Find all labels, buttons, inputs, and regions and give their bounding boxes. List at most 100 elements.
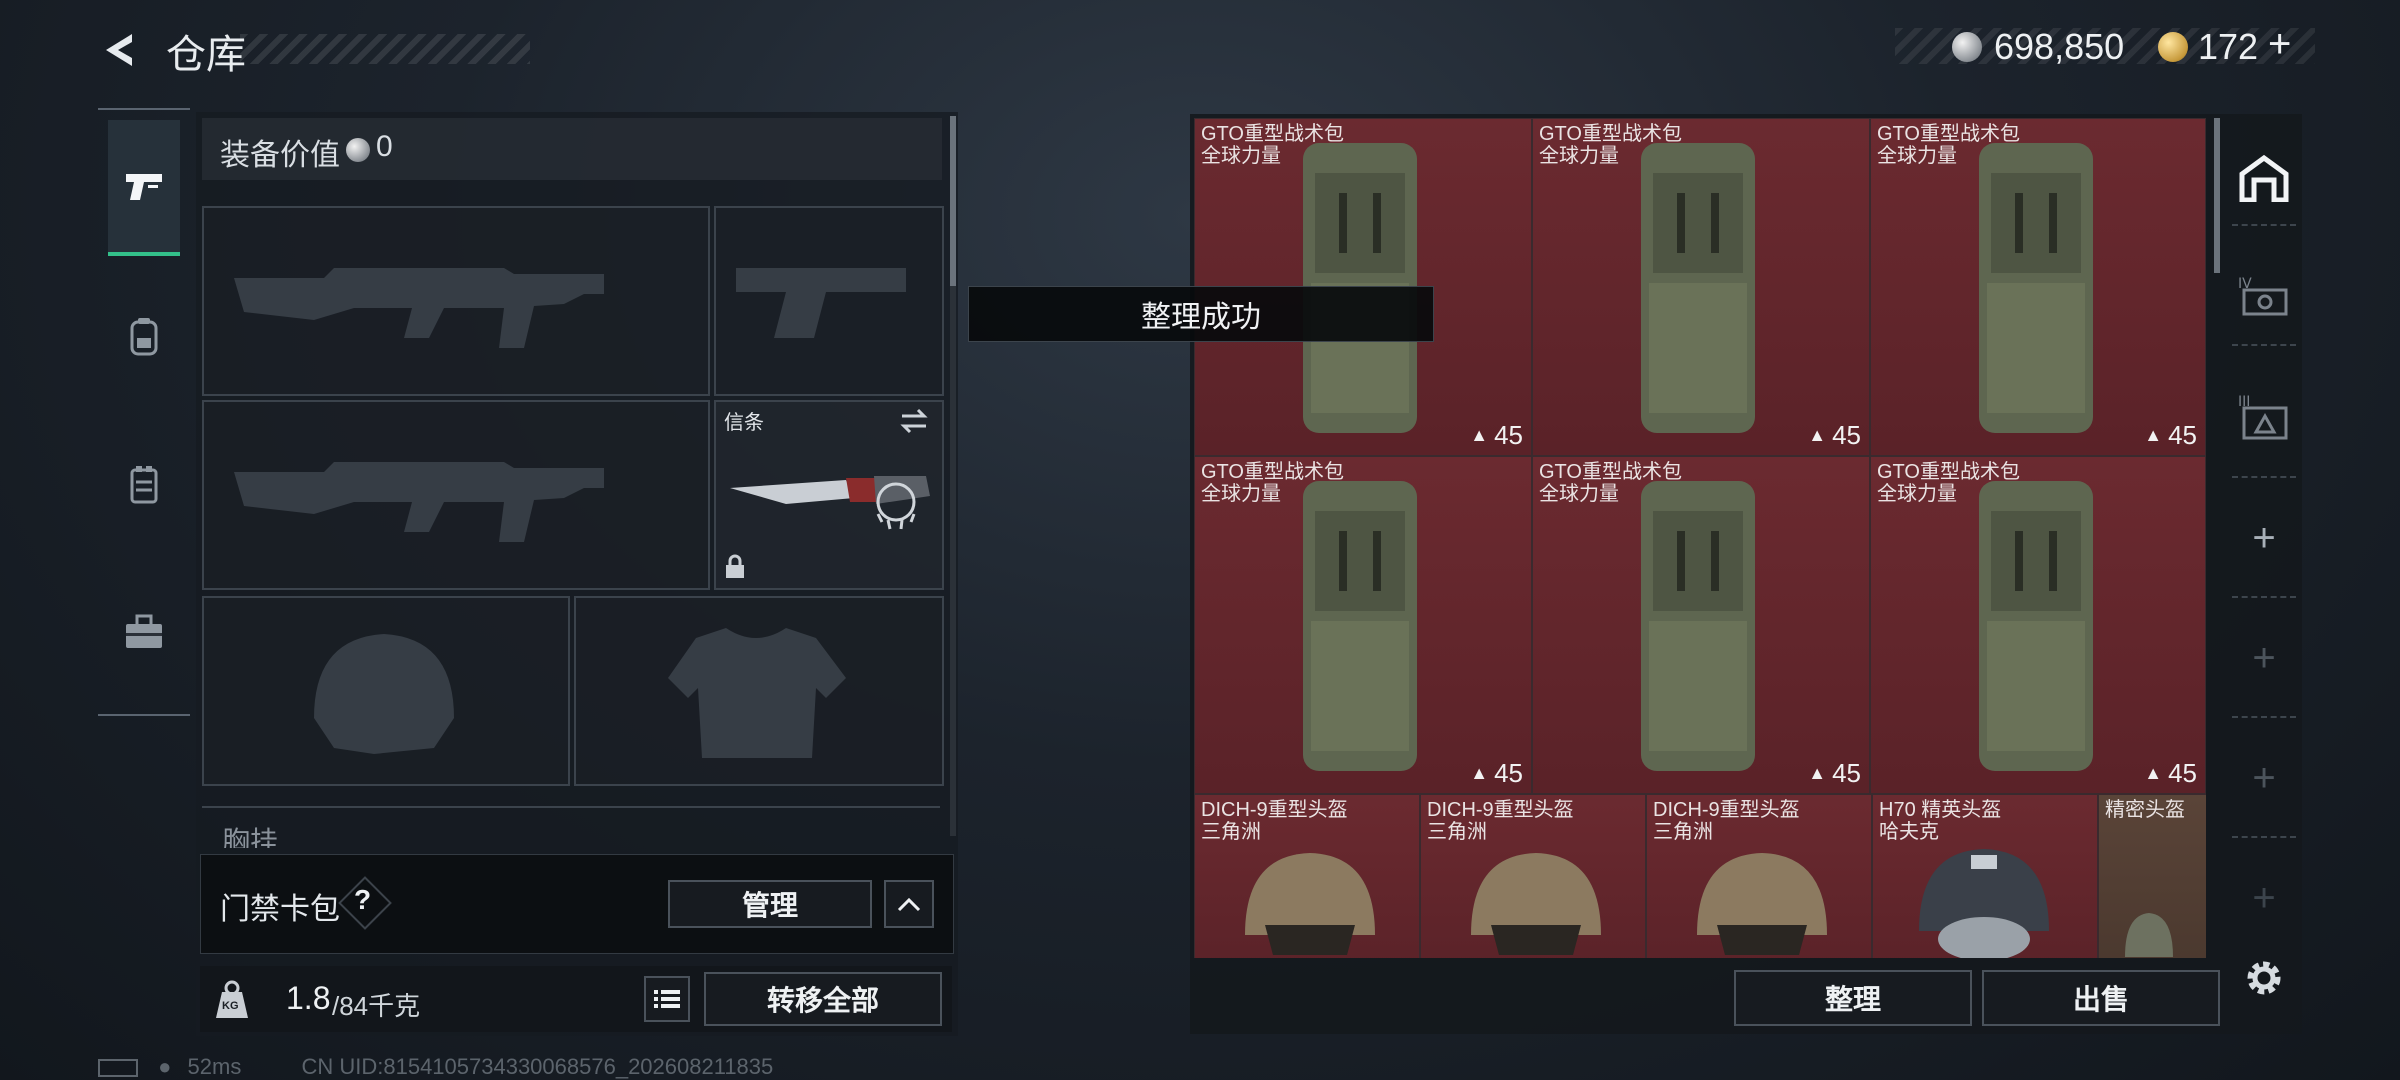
- transfer-all-button[interactable]: 转移全部: [704, 972, 942, 1026]
- container-iii-icon: III: [2238, 394, 2288, 440]
- stash-item-helmet[interactable]: DICH-9重型头盔 三角洲: [1646, 794, 1872, 958]
- item-capacity: ▲ 45: [1808, 420, 1861, 450]
- weight-small-icon: ▲: [2144, 763, 2163, 783]
- help-button[interactable]: ?: [354, 884, 371, 916]
- helmet-item-icon: [1919, 849, 2049, 958]
- item-name: GTO重型战术包 全球力量: [1539, 461, 1682, 505]
- toolbox-icon: [126, 614, 162, 648]
- container-iv-icon: IV: [2238, 276, 2288, 316]
- stash-grid: GTO重型战术包 全球力量 ▲ 45 GTO重型战术包 全球力量 ▲ 45 GTO重型战…: [1194, 118, 2206, 958]
- add-container-button[interactable]: +: [2232, 626, 2296, 690]
- stash-item-backpack[interactable]: GTO重型战术包 全球力量 ▲ 45: [1870, 118, 2206, 456]
- tab-divider: [2232, 224, 2296, 226]
- stash-item-backpack[interactable]: GTO重型战术包 全球力量 ▲ 45: [1532, 456, 1870, 794]
- backpack-item-icon: [1303, 481, 1417, 771]
- item-name: GTO重型战术包 全球力量: [1539, 123, 1682, 167]
- tab-divider: [2232, 596, 2296, 598]
- kg-icon-text: KG: [222, 1000, 239, 1012]
- weight-small-icon: ▲: [1808, 763, 1827, 783]
- helmet-item-icon: [1245, 853, 1375, 955]
- collapse-button[interactable]: [884, 880, 934, 928]
- primary-weapon-slot[interactable]: [202, 206, 710, 396]
- weight-max: /84千克: [332, 991, 421, 1021]
- tab-divider: [2232, 344, 2296, 346]
- stash-item-helmet[interactable]: H70 精英头盔 哈夫克: [1872, 794, 2098, 958]
- stash-item-helmet[interactable]: 精密头盔: [2098, 794, 2206, 958]
- value-coin-icon: [346, 138, 370, 162]
- melee-slot-label: 信条: [724, 412, 764, 434]
- tab-divider: [2232, 716, 2296, 718]
- item-name: DICH-9重型头盔 三角洲: [1653, 799, 1800, 843]
- weight-current: 1.8: [286, 980, 331, 1016]
- melee-slot[interactable]: 信条: [714, 400, 944, 590]
- tab-container-iv[interactable]: IV: [2232, 264, 2296, 328]
- add-container-button[interactable]: +: [2232, 746, 2296, 810]
- manage-button[interactable]: 管理: [668, 880, 872, 928]
- sell-button[interactable]: 出售: [1982, 970, 2220, 1026]
- tab-container-iii[interactable]: III: [2232, 384, 2296, 448]
- silver-coin-icon: [1952, 32, 1982, 62]
- stash-home-icon: [2239, 154, 2289, 202]
- battery-icon: [98, 1059, 138, 1078]
- tab-stash-home[interactable]: [2232, 146, 2296, 210]
- tab-toolbox[interactable]: [108, 596, 180, 668]
- helmet-item-icon: [1471, 853, 1601, 955]
- equipment-value-label: 装备价值: [220, 139, 340, 172]
- tab-divider: [2232, 836, 2296, 838]
- silver-amount: 698,850: [1994, 26, 2125, 67]
- backpack-item-icon: [1641, 143, 1755, 433]
- chest-rig-slot[interactable]: 胸挂: [202, 806, 940, 848]
- tab-vest[interactable]: [108, 448, 180, 520]
- weight-small-icon: ▲: [1808, 425, 1827, 445]
- item-capacity: ▲ 45: [2144, 420, 2197, 450]
- backup-weapon-slot[interactable]: [202, 400, 710, 590]
- item-capacity: ▲ 45: [1470, 758, 1523, 788]
- rifle-silhouette-icon: [234, 268, 604, 348]
- item-capacity: ▲ 45: [1470, 420, 1523, 450]
- stash-item-backpack[interactable]: GTO重型战术包 全球力量 ▲ 45: [1870, 456, 2206, 794]
- gold-coin-icon: [2158, 32, 2188, 62]
- tab-backpack[interactable]: [108, 300, 180, 372]
- backpack-item-icon: [1641, 481, 1755, 771]
- item-name: GTO重型战术包 全球力量: [1877, 123, 2020, 167]
- list-view-button[interactable]: [644, 976, 690, 1022]
- helmet-slot[interactable]: [202, 596, 570, 786]
- helmet-silhouette-icon: [314, 634, 454, 754]
- backpack-item-icon: [1979, 481, 2093, 771]
- back-button[interactable]: [98, 28, 142, 72]
- weight-small-icon: ▲: [2144, 425, 2163, 445]
- tab-weapons[interactable]: [108, 120, 180, 256]
- item-name: GTO重型战术包 全球力量: [1201, 461, 1344, 505]
- vest-icon: [130, 466, 158, 504]
- stash-item-backpack[interactable]: GTO重型战术包 全球力量 ▲ 45: [1194, 456, 1532, 794]
- backpack-icon: [130, 318, 158, 356]
- chest-rig-label: 胸挂: [222, 826, 279, 848]
- loadout-scrollbar[interactable]: [950, 116, 956, 286]
- lock-icon: [726, 554, 744, 578]
- stash-item-helmet[interactable]: DICH-9重型头盔 三角洲: [1194, 794, 1420, 958]
- chevron-up-icon: [897, 897, 921, 912]
- add-container-button[interactable]: +: [2232, 506, 2296, 570]
- secondary-weapon-slot[interactable]: [714, 206, 944, 396]
- weight-small-icon: ▲: [1470, 425, 1489, 445]
- item-name: H70 精英头盔 哈夫克: [1879, 799, 2002, 843]
- gear-icon: [2247, 961, 2281, 995]
- add-container-button[interactable]: +: [2232, 866, 2296, 930]
- wifi-icon: ●: [158, 1054, 172, 1079]
- armor-slot[interactable]: [574, 596, 944, 786]
- equipment-value: 0: [376, 130, 393, 163]
- keycard-bag-label: 门禁卡包: [220, 893, 340, 926]
- add-currency-button[interactable]: +: [2268, 22, 2291, 67]
- uid-text: CN UID:8154105734330068576_202608211835: [301, 1054, 774, 1079]
- settings-button[interactable]: [2238, 952, 2290, 1004]
- item-name: GTO重型战术包 全球力量: [1201, 123, 1344, 167]
- item-name: DICH-9重型头盔 三角洲: [1427, 799, 1574, 843]
- stash-scrollbar[interactable]: [2214, 118, 2220, 273]
- item-capacity: ▲ 45: [1808, 758, 1861, 788]
- page-title: 仓库: [166, 32, 246, 78]
- stash-item-backpack[interactable]: GTO重型战术包 全球力量 ▲ 45: [1532, 118, 1870, 456]
- sort-button[interactable]: 整理: [1734, 970, 1972, 1026]
- stash-item-helmet[interactable]: DICH-9重型头盔 三角洲: [1420, 794, 1646, 958]
- pistol-silhouette-icon: [736, 268, 906, 338]
- swap-arrows-icon[interactable]: [898, 408, 930, 434]
